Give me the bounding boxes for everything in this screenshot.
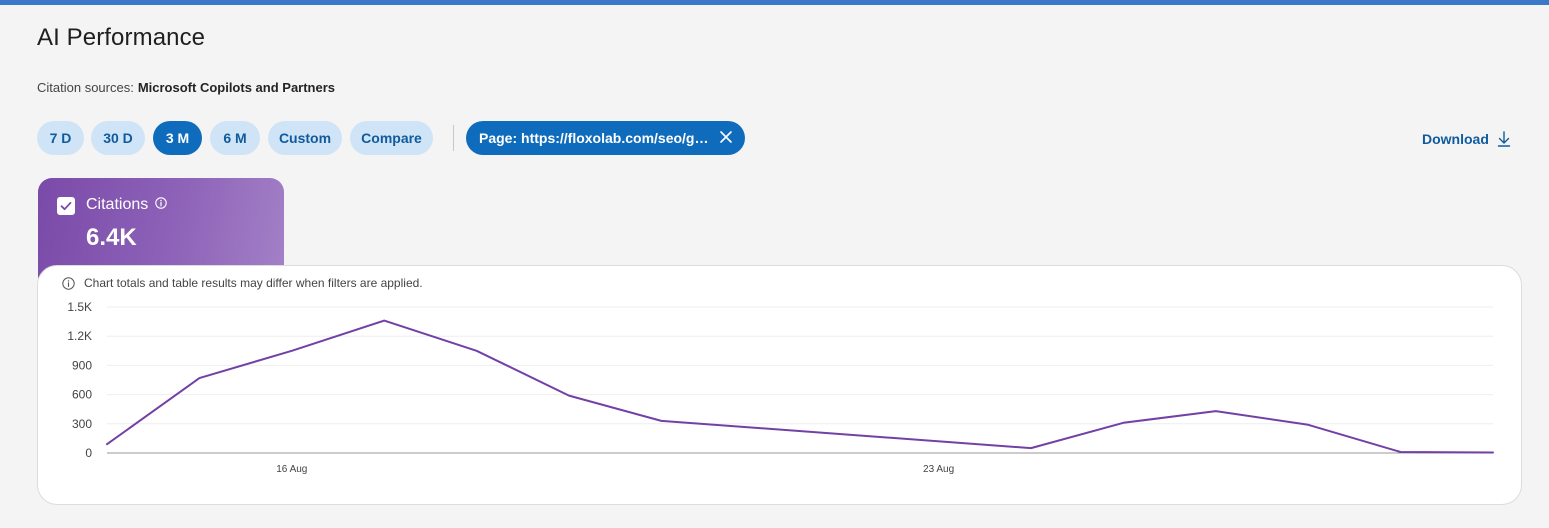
- y-tick-label: 0: [85, 446, 92, 460]
- citations-value: 6.4K: [86, 224, 137, 251]
- close-icon[interactable]: [719, 130, 733, 144]
- citations-checkbox[interactable]: [57, 197, 75, 215]
- compare-button[interactable]: Compare: [350, 121, 433, 155]
- x-tick-label: 16 Aug: [276, 464, 307, 475]
- download-arrow-icon: [1497, 131, 1511, 147]
- y-tick-label: 1.5K: [67, 300, 92, 314]
- download-label: Download: [1422, 131, 1489, 147]
- range-6m-button[interactable]: 6 M: [210, 121, 260, 155]
- y-tick-label: 1.2K: [67, 329, 92, 343]
- citation-sources-label: Citation sources:: [37, 80, 134, 95]
- range-7d-button[interactable]: 7 D: [37, 121, 84, 155]
- citations-line-chart: 0 300 600 900 1.2K 1.5K 16 Aug 23 Aug: [67, 300, 1494, 475]
- x-tick-label: 23 Aug: [923, 464, 954, 475]
- range-30d-button[interactable]: 30 D: [91, 121, 145, 155]
- citations-label: Citations: [86, 196, 149, 213]
- info-icon[interactable]: [155, 197, 167, 209]
- toolbar-divider: [453, 125, 454, 151]
- citations-series-line[interactable]: [106, 319, 1494, 454]
- citations-metric-card[interactable]: Citations 6.4K: [38, 178, 284, 278]
- citation-sources: Citation sources: Microsoft Copilots and …: [37, 80, 335, 95]
- y-tick-label: 600: [72, 388, 92, 402]
- y-tick-label: 300: [72, 417, 92, 431]
- page-title: AI Performance: [37, 24, 206, 51]
- citation-sources-value: Microsoft Copilots and Partners: [137, 80, 336, 95]
- checkmark-icon: [60, 201, 72, 211]
- info-icon: [62, 276, 75, 290]
- page-filter-chip[interactable]: Page: https://floxolab.com/seo/gui...: [466, 121, 745, 155]
- range-custom-button[interactable]: Custom: [268, 121, 342, 155]
- download-button[interactable]: Download: [1422, 131, 1511, 147]
- page-filter-label: Page: https://floxolab.com/seo/gui...: [479, 130, 713, 146]
- top-accent-bar: [0, 0, 1549, 5]
- filter-note-text: Chart totals and table results may diffe…: [84, 276, 423, 290]
- filter-note: Chart totals and table results may diffe…: [62, 276, 423, 290]
- y-tick-label: 900: [72, 358, 92, 372]
- range-3m-button[interactable]: 3 M: [153, 121, 202, 155]
